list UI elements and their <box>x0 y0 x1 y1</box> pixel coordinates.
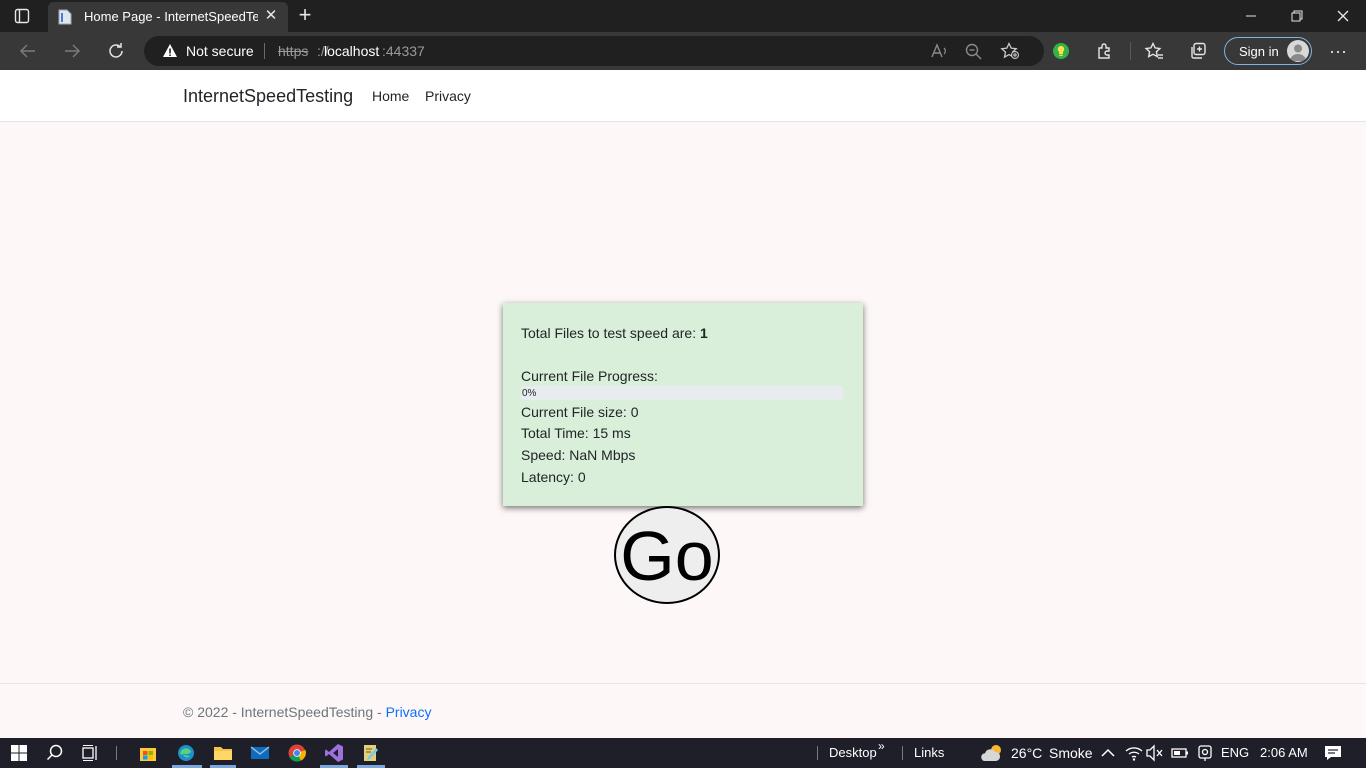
go-button-label: Go <box>620 517 714 595</box>
address-bar[interactable]: Not secure https :// localhost :44337 <box>144 36 1044 66</box>
mute-icon[interactable] <box>1145 743 1165 763</box>
total-files-count: 1 <box>699 325 708 341</box>
weather-temperature[interactable]: 26°C <box>1011 745 1042 761</box>
collections-icon[interactable] <box>1188 41 1208 61</box>
toolbar-divider <box>1130 42 1131 60</box>
sign-in-button[interactable]: Sign in <box>1224 37 1312 65</box>
more-icon[interactable]: ··· <box>1328 41 1348 61</box>
nav-home-link[interactable]: Home <box>372 88 409 104</box>
document-icon <box>58 9 72 25</box>
security-status[interactable]: Not secure <box>186 43 254 59</box>
footer-divider <box>0 683 1366 684</box>
chrome-icon[interactable] <box>287 743 307 763</box>
windows-icon[interactable] <box>9 743 29 763</box>
read-aloud-icon[interactable] <box>930 42 950 60</box>
location-icon[interactable] <box>1195 743 1215 763</box>
site-navbar: InternetSpeedTesting Home Privacy <box>0 70 1366 122</box>
notepad-icon[interactable] <box>361 743 381 763</box>
tab-title: Home Page - InternetSpeedTesting <box>84 9 258 24</box>
visual-studio-icon[interactable] <box>324 743 344 763</box>
url-scheme: https <box>278 43 309 59</box>
browser-toolbar: Not secure https :// localhost :44337 ··… <box>0 32 1366 70</box>
links-toolbar[interactable]: Links <box>914 745 944 760</box>
battery-icon[interactable] <box>1170 743 1190 763</box>
go-button[interactable]: Go <box>614 506 720 604</box>
minimize-icon[interactable] <box>1228 0 1274 32</box>
total-files-line: Total Files to test speed are: 1 <box>521 325 708 341</box>
weather-condition[interactable]: Smoke <box>1049 745 1093 761</box>
file-progress-bar: 0% <box>521 386 843 400</box>
plus-icon[interactable]: + <box>294 4 316 26</box>
sign-in-label: Sign in <box>1239 44 1279 59</box>
zoom-out-icon[interactable] <box>964 42 984 60</box>
progress-percent: 0% <box>522 388 537 399</box>
site-brand[interactable]: InternetSpeedTesting <box>183 86 353 107</box>
url-host: localhost <box>324 43 380 59</box>
mail-icon[interactable] <box>250 743 270 763</box>
footer-privacy-link[interactable]: Privacy <box>386 704 432 720</box>
close-icon[interactable]: ✕ <box>262 7 280 25</box>
taskbar-divider <box>902 746 903 760</box>
latency-text: Latency: 0 <box>521 469 586 485</box>
store-icon[interactable] <box>138 743 158 763</box>
file-explorer-icon[interactable] <box>213 743 233 763</box>
total-files-label: Total Files to test speed are: <box>521 325 700 341</box>
taskbar-divider <box>817 746 818 760</box>
browser-tab[interactable]: Home Page - InternetSpeedTesting ✕ <box>48 2 288 32</box>
total-time-text: Total Time: 15 ms <box>521 425 631 441</box>
refresh-icon[interactable] <box>106 41 126 61</box>
close-window-icon[interactable] <box>1320 0 1366 32</box>
back-icon[interactable] <box>18 41 38 61</box>
weather-icon[interactable] <box>980 743 1004 763</box>
chevron-up-icon[interactable] <box>1098 743 1118 763</box>
notification-icon[interactable] <box>1323 743 1343 763</box>
clock[interactable]: 2:06 AM <box>1260 745 1308 760</box>
avatar <box>1287 40 1309 62</box>
progress-label: Current File Progress: <box>521 368 658 384</box>
forward-icon[interactable] <box>62 41 82 61</box>
restore-icon[interactable] <box>1274 0 1320 32</box>
add-favorite-icon[interactable] <box>1000 41 1020 60</box>
url-port: :44337 <box>382 43 425 59</box>
toolbar-chevron[interactable]: » <box>878 739 885 753</box>
extension-bulb-icon[interactable] <box>1051 41 1071 61</box>
desktop-toolbar[interactable]: Desktop <box>829 745 877 760</box>
favorites-icon[interactable] <box>1144 41 1164 61</box>
browser-tab-bar: Home Page - InternetSpeedTesting ✕ + <box>0 0 1366 32</box>
tab-actions-icon[interactable] <box>14 8 30 24</box>
extensions-icon[interactable] <box>1095 41 1115 61</box>
url-divider <box>264 43 265 59</box>
footer: © 2022 - InternetSpeedTesting - Privacy <box>183 704 431 720</box>
nav-privacy-link[interactable]: Privacy <box>425 88 471 104</box>
footer-copyright: © 2022 - InternetSpeedTesting - <box>183 704 386 720</box>
edge-icon[interactable] <box>176 743 196 763</box>
file-size-text: Current File size: 0 <box>521 404 639 420</box>
warning-icon[interactable] <box>162 43 178 64</box>
windows-taskbar: Desktop » Links 26°C Smoke ENG 2:06 AM <box>0 738 1366 768</box>
wifi-icon[interactable] <box>1124 743 1144 763</box>
speed-text: Speed: NaN Mbps <box>521 447 636 463</box>
search-icon[interactable] <box>45 743 65 763</box>
speed-test-card: Total Files to test speed are: 1 Current… <box>503 303 863 506</box>
taskbar-divider <box>116 746 117 760</box>
language-indicator[interactable]: ENG <box>1221 745 1249 760</box>
task-view-icon[interactable] <box>80 743 100 763</box>
